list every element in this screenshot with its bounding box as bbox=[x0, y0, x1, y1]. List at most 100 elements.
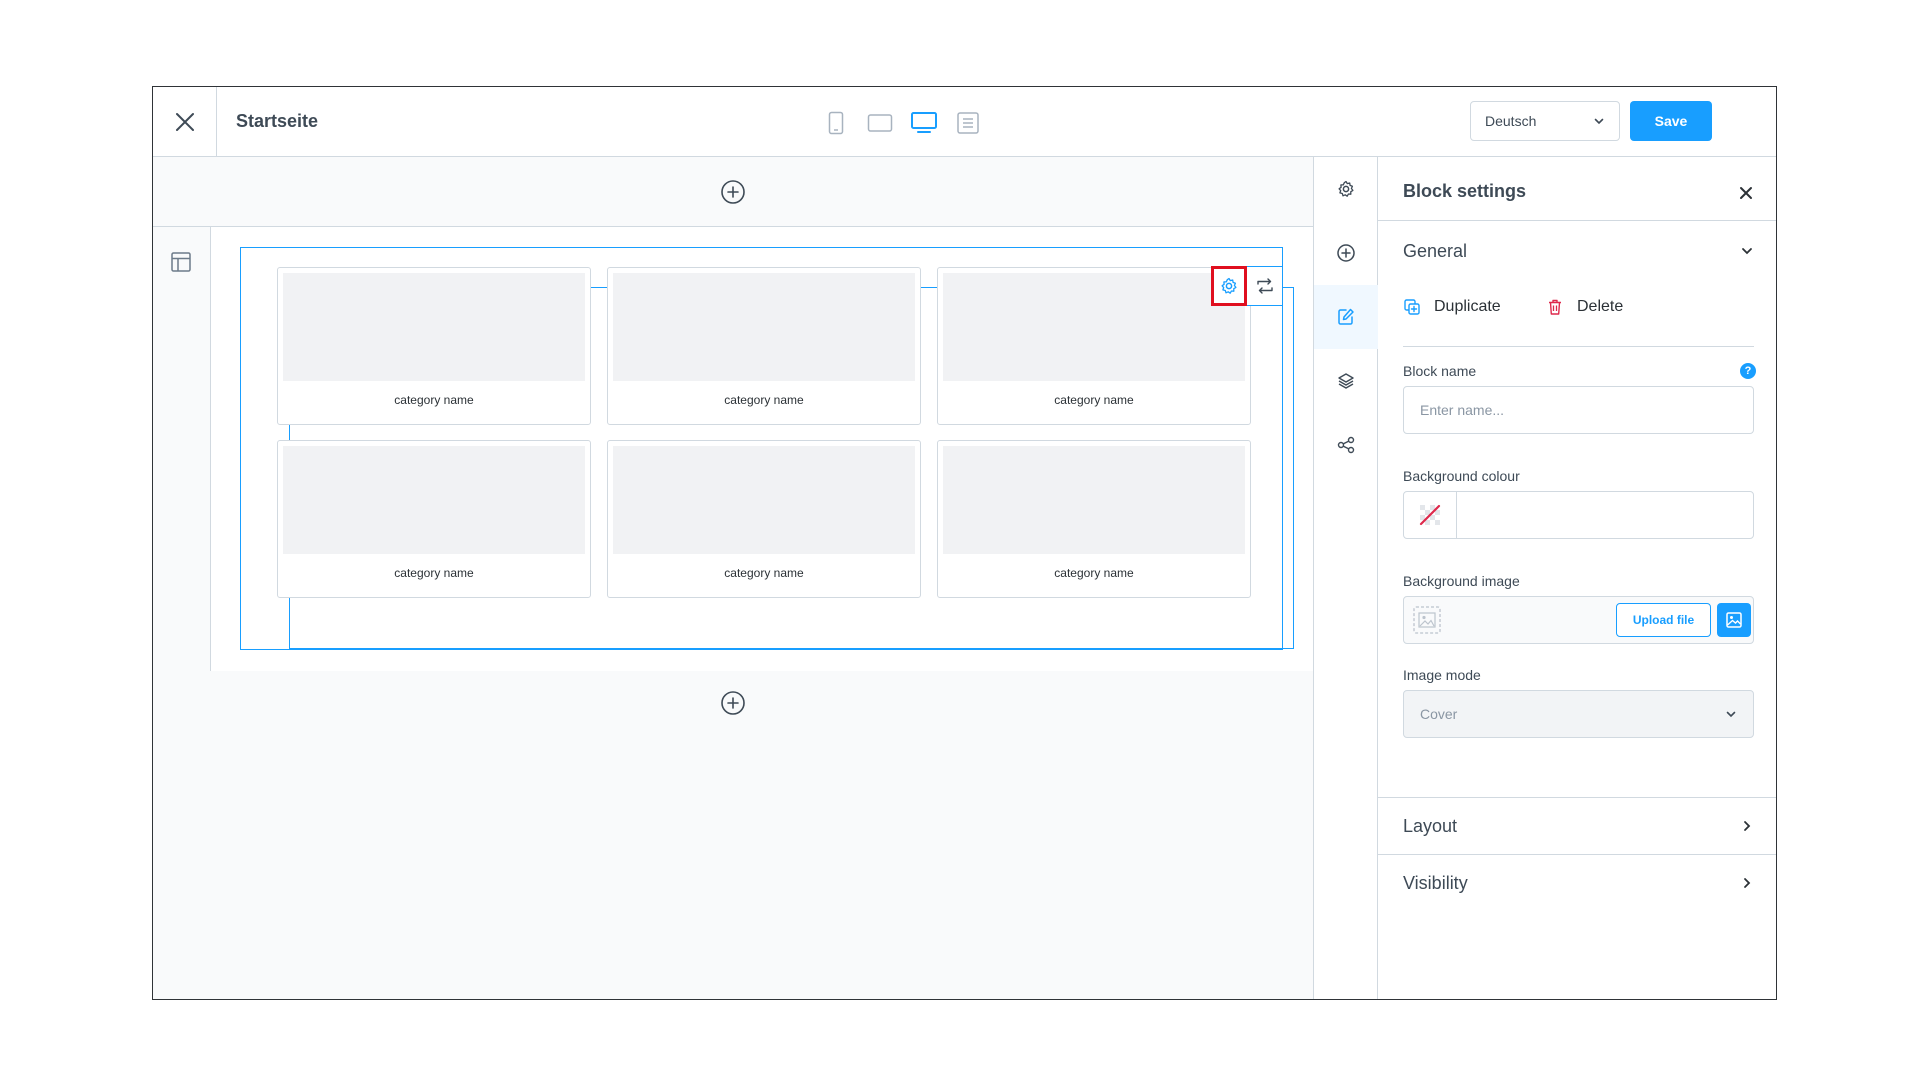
accordion-layout-label: Layout bbox=[1403, 815, 1458, 836]
language-value: Deutsch bbox=[1485, 113, 1537, 129]
add-section-icon[interactable] bbox=[720, 690, 746, 716]
panel-header: Block settings bbox=[1378, 157, 1776, 221]
upload-file-button[interactable]: Upload file bbox=[1616, 603, 1711, 637]
desktop-icon bbox=[911, 112, 937, 133]
category-name: category name bbox=[1054, 566, 1134, 580]
category-image-placeholder bbox=[283, 446, 585, 554]
category-card[interactable]: category name bbox=[937, 440, 1251, 598]
category-image-placeholder bbox=[613, 446, 915, 554]
category-grid-block[interactable]: category name category name category nam… bbox=[277, 267, 1294, 649]
sidebar-rail bbox=[1313, 157, 1378, 999]
device-tablet-button[interactable] bbox=[865, 109, 895, 137]
category-name: category name bbox=[724, 566, 804, 580]
add-section-top bbox=[153, 157, 1313, 227]
duplicate-label: Duplicate bbox=[1434, 298, 1501, 315]
actions-divider bbox=[1403, 346, 1754, 347]
device-mobile-button[interactable] bbox=[821, 109, 851, 137]
chevron-right-icon bbox=[1744, 878, 1751, 888]
background-colour-label: Background colour bbox=[1403, 468, 1520, 484]
category-image-placeholder bbox=[943, 273, 1245, 381]
category-name: category name bbox=[724, 393, 804, 407]
image-mode-select[interactable]: Cover bbox=[1403, 690, 1754, 738]
block-action-bar bbox=[1211, 266, 1284, 306]
layout-icon bbox=[171, 252, 191, 272]
block-name-label: Block name bbox=[1403, 363, 1477, 379]
image-mode-label: Image mode bbox=[1403, 667, 1481, 683]
block-outer-frame: category name category name category nam… bbox=[240, 247, 1294, 650]
mobile-icon bbox=[828, 111, 844, 135]
panel-title: Block settings bbox=[1403, 181, 1527, 201]
block-settings-panel: Block settings General Duplicate Delete … bbox=[1378, 157, 1776, 999]
add-section-icon[interactable] bbox=[720, 179, 746, 205]
edit-icon bbox=[1338, 308, 1354, 325]
chevron-down-icon bbox=[1594, 118, 1604, 125]
category-name: category name bbox=[394, 393, 474, 407]
rail-page-settings[interactable] bbox=[1314, 157, 1378, 221]
device-switcher bbox=[821, 109, 983, 137]
accordion-general[interactable]: General bbox=[1378, 223, 1776, 279]
swap-icon bbox=[1256, 278, 1273, 294]
editor-canvas: category name category name category nam… bbox=[153, 157, 1313, 999]
duplicate-button[interactable]: Duplicate bbox=[1403, 298, 1501, 316]
category-card[interactable]: category name bbox=[607, 440, 921, 598]
share-icon bbox=[1337, 436, 1355, 454]
settings-icon bbox=[1338, 180, 1354, 197]
top-bar: Startseite Deutsch Save bbox=[153, 87, 1776, 157]
tablet-icon bbox=[867, 114, 893, 132]
language-select[interactable]: Deutsch bbox=[1470, 101, 1620, 141]
chevron-right-icon bbox=[1744, 821, 1751, 831]
accordion-layout[interactable]: Layout bbox=[1378, 798, 1776, 854]
category-name: category name bbox=[1054, 393, 1134, 407]
page-title: Startseite bbox=[236, 111, 319, 131]
device-list-button[interactable] bbox=[953, 109, 983, 137]
category-image-placeholder bbox=[283, 273, 585, 381]
category-image-placeholder bbox=[613, 273, 915, 381]
background-image-label: Background image bbox=[1403, 573, 1520, 589]
section-sidebar bbox=[153, 227, 211, 671]
block-name-input[interactable] bbox=[1403, 386, 1754, 434]
background-colour-input[interactable] bbox=[1457, 492, 1753, 538]
category-image-placeholder bbox=[943, 446, 1245, 554]
background-image-field: Upload file bbox=[1403, 596, 1754, 644]
image-placeholder-icon bbox=[1413, 606, 1441, 634]
help-icon[interactable]: ? bbox=[1740, 363, 1756, 379]
layers-icon bbox=[1338, 373, 1354, 389]
close-editor-button[interactable] bbox=[153, 87, 217, 157]
delete-button[interactable]: Delete bbox=[1546, 298, 1623, 316]
colour-picker-swatch[interactable] bbox=[1404, 492, 1457, 538]
cms-section: category name category name category nam… bbox=[153, 227, 1313, 671]
add-section-bottom bbox=[153, 671, 1313, 735]
media-library-button[interactable] bbox=[1717, 603, 1751, 637]
accordion-visibility-label: Visibility bbox=[1403, 872, 1468, 893]
save-button[interactable]: Save bbox=[1630, 101, 1712, 141]
accordion-general-label: General bbox=[1403, 240, 1468, 261]
delete-label: Delete bbox=[1577, 298, 1624, 315]
rail-add-blocks[interactable] bbox=[1314, 221, 1378, 285]
block-swap-button[interactable] bbox=[1247, 266, 1283, 306]
category-name: category name bbox=[394, 566, 474, 580]
chevron-down-icon bbox=[1742, 248, 1752, 255]
section-layout-button[interactable] bbox=[170, 251, 192, 278]
rail-edit-block[interactable] bbox=[1314, 285, 1378, 349]
close-icon bbox=[1740, 187, 1752, 199]
close-icon bbox=[175, 113, 194, 131]
accordion-visibility[interactable]: Visibility bbox=[1378, 855, 1776, 911]
block-settings-button[interactable] bbox=[1211, 266, 1247, 306]
plus-circle-icon bbox=[1337, 244, 1355, 262]
background-colour-field bbox=[1403, 491, 1754, 539]
category-card[interactable]: category name bbox=[277, 267, 591, 425]
gear-icon bbox=[1221, 277, 1237, 294]
app-frame: Startseite Deutsch Save category name ca… bbox=[152, 86, 1777, 1000]
image-icon bbox=[1726, 612, 1742, 628]
category-card[interactable]: category name bbox=[937, 267, 1251, 425]
device-desktop-button[interactable] bbox=[909, 109, 939, 137]
rail-layers[interactable] bbox=[1314, 349, 1378, 413]
list-view-icon bbox=[957, 112, 979, 134]
close-panel-button[interactable] bbox=[1736, 183, 1756, 203]
image-placeholder-thumb bbox=[1410, 603, 1444, 637]
rail-share[interactable] bbox=[1314, 413, 1378, 477]
trash-icon bbox=[1549, 299, 1561, 315]
category-card[interactable]: category name bbox=[607, 267, 921, 425]
section-content: category name category name category nam… bbox=[211, 227, 1313, 671]
category-card[interactable]: category name bbox=[277, 440, 591, 598]
